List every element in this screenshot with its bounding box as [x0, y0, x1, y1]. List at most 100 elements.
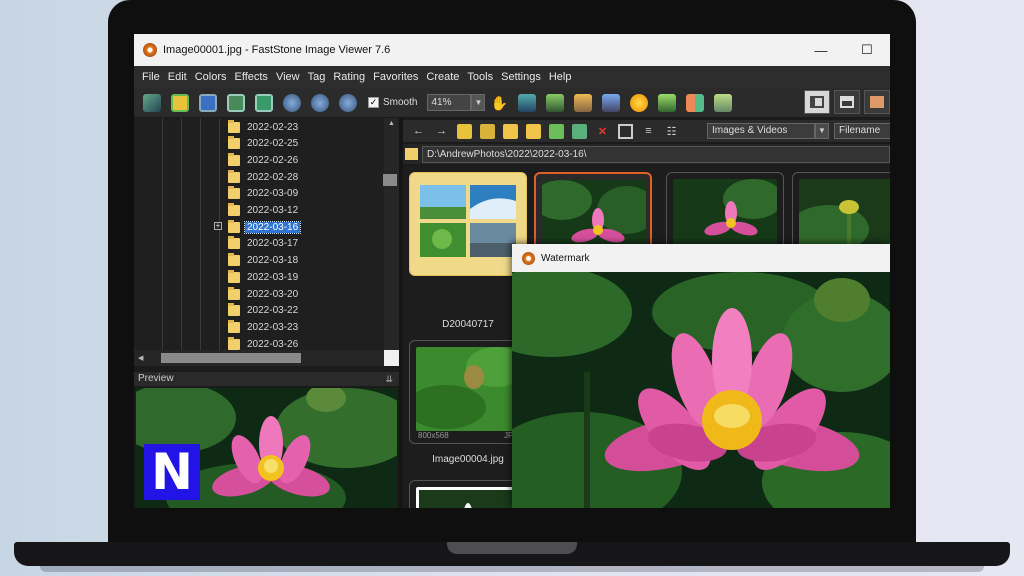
- hand-tool-icon[interactable]: ✋: [490, 94, 508, 112]
- tree-hscroll-thumb[interactable]: [161, 353, 302, 363]
- menu-favorites[interactable]: Favorites: [369, 71, 422, 83]
- thumb-view-icon[interactable]: [834, 90, 860, 114]
- folder-item[interactable]: 2022-03-17: [228, 236, 300, 252]
- folder-icon: [228, 169, 240, 183]
- app-icon: [522, 251, 535, 265]
- menu-create[interactable]: Create: [422, 71, 463, 83]
- folder-item[interactable]: 2022-03-09: [228, 186, 300, 202]
- acquire-icon[interactable]: [143, 93, 161, 112]
- save-icon[interactable]: [199, 93, 217, 112]
- watermark-window: Watermark: [512, 244, 890, 508]
- tree-expander-icon[interactable]: +: [214, 222, 222, 230]
- copy-to-icon[interactable]: [546, 93, 565, 112]
- minimize-button[interactable]: —: [798, 34, 844, 66]
- rotate-icon[interactable]: [686, 93, 705, 112]
- move-icon[interactable]: [572, 123, 587, 139]
- menu-view[interactable]: View: [272, 71, 304, 83]
- menu-rating[interactable]: Rating: [329, 71, 369, 83]
- folder-icon: [228, 319, 240, 333]
- view-mode-group: [800, 90, 890, 114]
- folder-item[interactable]: 2022-03-23: [228, 319, 300, 335]
- parent-folder-icon[interactable]: [457, 123, 472, 139]
- folder-icon: [228, 253, 240, 267]
- file-filter-select[interactable]: Images & Videos: [707, 123, 815, 139]
- adjust-icon[interactable]: [630, 93, 649, 112]
- thumbnails-view-icon[interactable]: [618, 123, 633, 139]
- folder-item-selected[interactable]: 2022-03-16: [228, 219, 302, 235]
- menu-effects[interactable]: Effects: [231, 71, 272, 83]
- zoom-level-input[interactable]: 41%: [427, 94, 472, 111]
- folder-item[interactable]: 2022-03-22: [228, 303, 300, 319]
- folder-label: 2022-02-23: [247, 121, 299, 133]
- actual-size-icon[interactable]: [339, 93, 357, 112]
- zoom-out-icon[interactable]: [311, 93, 329, 112]
- compare-icon[interactable]: [602, 93, 621, 112]
- folder-item[interactable]: 2022-03-18: [228, 253, 300, 269]
- maximize-button[interactable]: ☐: [844, 34, 890, 66]
- thumbnail-item[interactable]: 800x568 JP: [409, 340, 527, 444]
- menu-file[interactable]: File: [138, 71, 164, 83]
- back-arrow-icon[interactable]: ←: [411, 124, 426, 139]
- new-folder-icon[interactable]: [526, 123, 541, 139]
- thumbnail-image: [416, 487, 520, 508]
- watermark-title: Watermark: [541, 252, 590, 264]
- folder-label: 2022-03-17: [247, 238, 299, 250]
- export-icon[interactable]: [255, 93, 273, 112]
- folder-label: 2022-03-09: [247, 188, 299, 200]
- scroll-up-icon[interactable]: ▲: [384, 120, 399, 127]
- collapse-icon[interactable]: ⇊: [385, 372, 393, 386]
- folder-item[interactable]: 2022-02-26: [228, 152, 300, 168]
- folder-item[interactable]: 2022-02-23: [228, 119, 300, 135]
- watermark-lotus-image: [512, 272, 890, 508]
- menu-tools[interactable]: Tools: [463, 71, 497, 83]
- thumbnail-item[interactable]: [409, 480, 527, 508]
- folder-icon: [228, 219, 240, 233]
- folder-item[interactable]: 2022-03-26: [228, 336, 300, 350]
- folder-label: 2022-02-28: [247, 171, 299, 183]
- menu-edit[interactable]: Edit: [164, 71, 191, 83]
- favorite-folder-icon[interactable]: [503, 123, 518, 139]
- folder-item[interactable]: 2022-03-20: [228, 286, 300, 302]
- tree-vertical-scrollbar[interactable]: ▲: [384, 118, 399, 350]
- fullscreen-view-icon[interactable]: [864, 90, 890, 114]
- path-bar: D:\AndrewPhotos\2022\2022-03-16\: [403, 144, 890, 164]
- scroll-left-icon[interactable]: ◀: [138, 354, 143, 362]
- smooth-checkbox[interactable]: ✓: [368, 97, 379, 108]
- menu-help[interactable]: Help: [545, 71, 576, 83]
- save-as-icon[interactable]: [227, 93, 245, 112]
- menu-settings[interactable]: Settings: [497, 71, 545, 83]
- copy-icon[interactable]: [549, 123, 564, 139]
- folder-icon: [228, 186, 240, 200]
- details-view-icon[interactable]: ☷: [664, 124, 679, 139]
- folder-item[interactable]: 2022-02-25: [228, 136, 300, 152]
- tree-horizontal-scrollbar[interactable]: ◀: [134, 350, 384, 366]
- folder-label: 2022-03-22: [247, 305, 299, 317]
- sort-select[interactable]: Filename: [834, 123, 890, 139]
- list-view-icon[interactable]: ≡: [641, 124, 656, 139]
- email-icon[interactable]: [658, 93, 677, 112]
- folder-item[interactable]: 2022-02-28: [228, 169, 300, 185]
- menu-tag[interactable]: Tag: [304, 71, 330, 83]
- path-input[interactable]: D:\AndrewPhotos\2022\2022-03-16\: [421, 145, 890, 163]
- refresh-folder-icon[interactable]: [480, 123, 495, 139]
- folder-label: 2022-03-23: [247, 321, 299, 333]
- open-folder-icon[interactable]: [171, 93, 189, 112]
- slideshow-icon[interactable]: [518, 93, 537, 112]
- tree-scroll-thumb[interactable]: [383, 174, 397, 186]
- folder-item[interactable]: 2022-03-12: [228, 203, 300, 219]
- folder-item[interactable]: 2022-03-19: [228, 269, 300, 285]
- zoom-in-icon[interactable]: [283, 93, 301, 112]
- move-to-icon[interactable]: [574, 93, 593, 112]
- delete-icon[interactable]: ✕: [595, 124, 610, 139]
- browser-view-icon[interactable]: [804, 90, 830, 114]
- thumbnail-caption: Image00004.jpg: [432, 454, 504, 465]
- filter-dropdown-icon[interactable]: ▼: [815, 123, 829, 139]
- forward-arrow-icon[interactable]: →: [434, 124, 449, 139]
- scroll-corner: [384, 350, 399, 366]
- contact-sheet-icon[interactable]: [714, 93, 733, 112]
- smooth-toggle[interactable]: ✓ Smooth: [368, 97, 417, 108]
- zoom-dropdown-icon[interactable]: ▼: [471, 94, 486, 111]
- thumbnail-item[interactable]: [409, 172, 527, 276]
- thumbnail-image: [416, 179, 520, 263]
- menu-colors[interactable]: Colors: [191, 71, 231, 83]
